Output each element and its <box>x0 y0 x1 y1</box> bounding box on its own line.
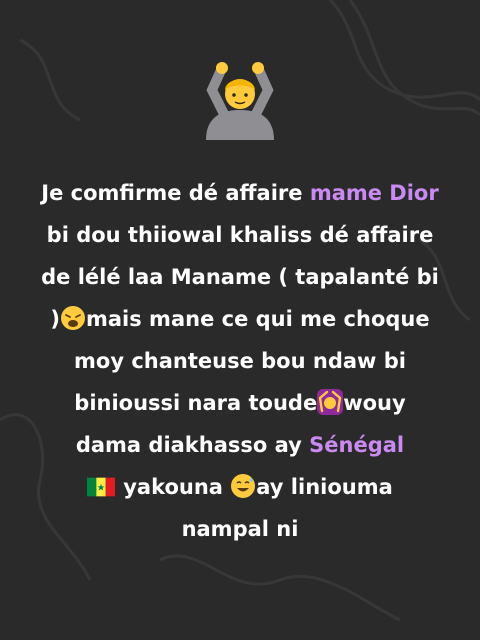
grinning-face-with-sweat-icon <box>231 474 256 498</box>
post-text: Je comfirme dé affaire mame Dior bi dou … <box>40 172 440 550</box>
highlight-name: mame Dior <box>309 181 439 205</box>
senegal-flag-icon <box>87 477 116 497</box>
text-segment: Je comfirme dé affaire <box>41 181 310 205</box>
person-gesturing-ok-icon <box>206 62 274 140</box>
weary-face-icon <box>61 306 85 330</box>
woman-gesturing-ok-icon <box>317 389 344 415</box>
highlight-country: Sénégal <box>309 433 405 457</box>
text-segment: yakouna <box>123 475 231 499</box>
